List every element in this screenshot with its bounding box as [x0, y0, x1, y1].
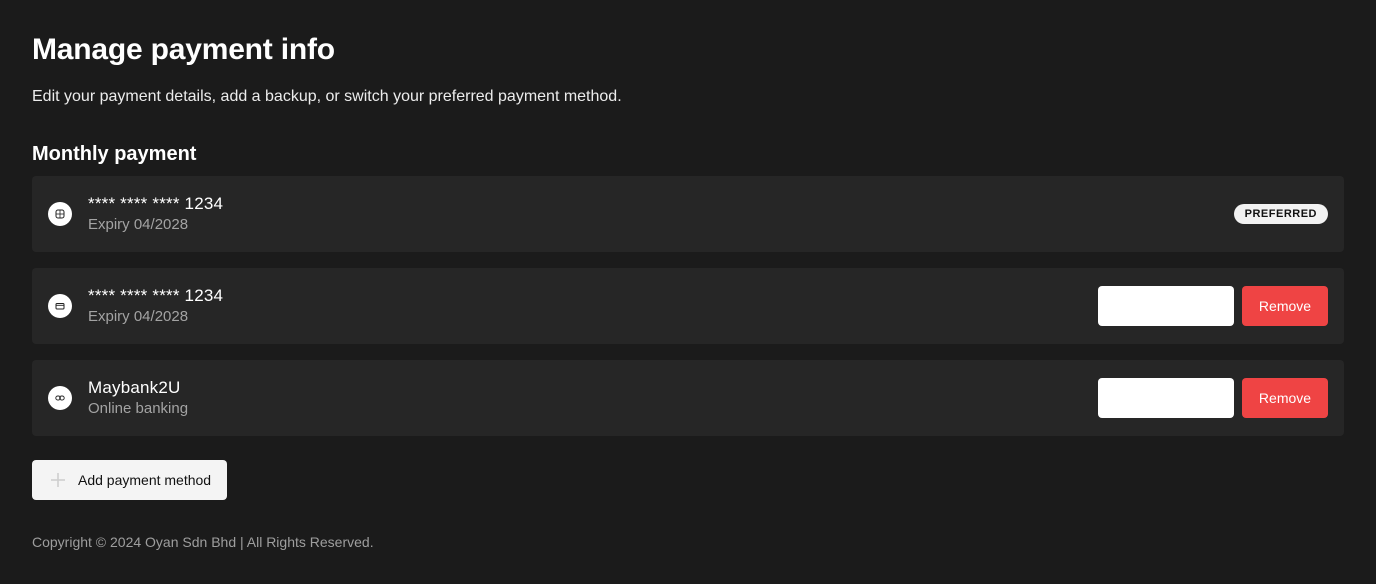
row-actions: Remove	[1098, 286, 1328, 326]
page-title: Manage payment info	[32, 33, 335, 66]
set-preferred-button[interactable]	[1098, 378, 1234, 418]
set-preferred-button[interactable]	[1098, 286, 1234, 326]
row-actions: Remove	[1098, 378, 1328, 418]
card-chip-icon	[48, 202, 72, 226]
payment-method-row: Maybank2U Online banking Remove	[32, 360, 1344, 436]
payment-method-row: **** **** **** 1234 Expiry 04/2028 Remov…	[32, 268, 1344, 344]
footer-copyright: Copyright © 2024 Oyan Sdn Bhd | All Righ…	[32, 534, 374, 550]
payment-method-info: Maybank2U Online banking	[88, 377, 188, 418]
plus-icon	[50, 472, 66, 488]
payment-method-row: **** **** **** 1234 Expiry 04/2028 PREFE…	[32, 176, 1344, 252]
bank-link-icon	[48, 386, 72, 410]
section-title: Monthly payment	[32, 143, 197, 165]
payment-method-info: **** **** **** 1234 Expiry 04/2028	[88, 285, 223, 326]
add-payment-method-button[interactable]: Add payment method	[32, 460, 228, 500]
remove-button[interactable]: Remove	[1242, 286, 1328, 326]
card-expiry: Expiry 04/2028	[88, 308, 189, 325]
payment-method-info: **** **** **** 1234 Expiry 04/2028	[88, 193, 223, 234]
preferred-badge: PREFERRED	[1233, 204, 1328, 224]
bank-name: Maybank2U	[88, 378, 181, 397]
credit-card-icon	[48, 294, 72, 318]
card-number: **** **** **** 1234	[88, 286, 224, 305]
bank-type: Online banking	[88, 400, 189, 417]
card-number: **** **** **** 1234	[88, 194, 224, 213]
payment-page: Manage payment info Edit your payment de…	[0, 0, 1376, 584]
payment-methods-list: **** **** **** 1234 Expiry 04/2028 PREFE…	[32, 176, 1344, 452]
card-expiry: Expiry 04/2028	[88, 216, 189, 233]
page-subtitle: Edit your payment details, add a backup,…	[32, 88, 622, 105]
add-payment-method-label: Add payment method	[78, 472, 212, 488]
remove-button[interactable]: Remove	[1242, 378, 1328, 418]
